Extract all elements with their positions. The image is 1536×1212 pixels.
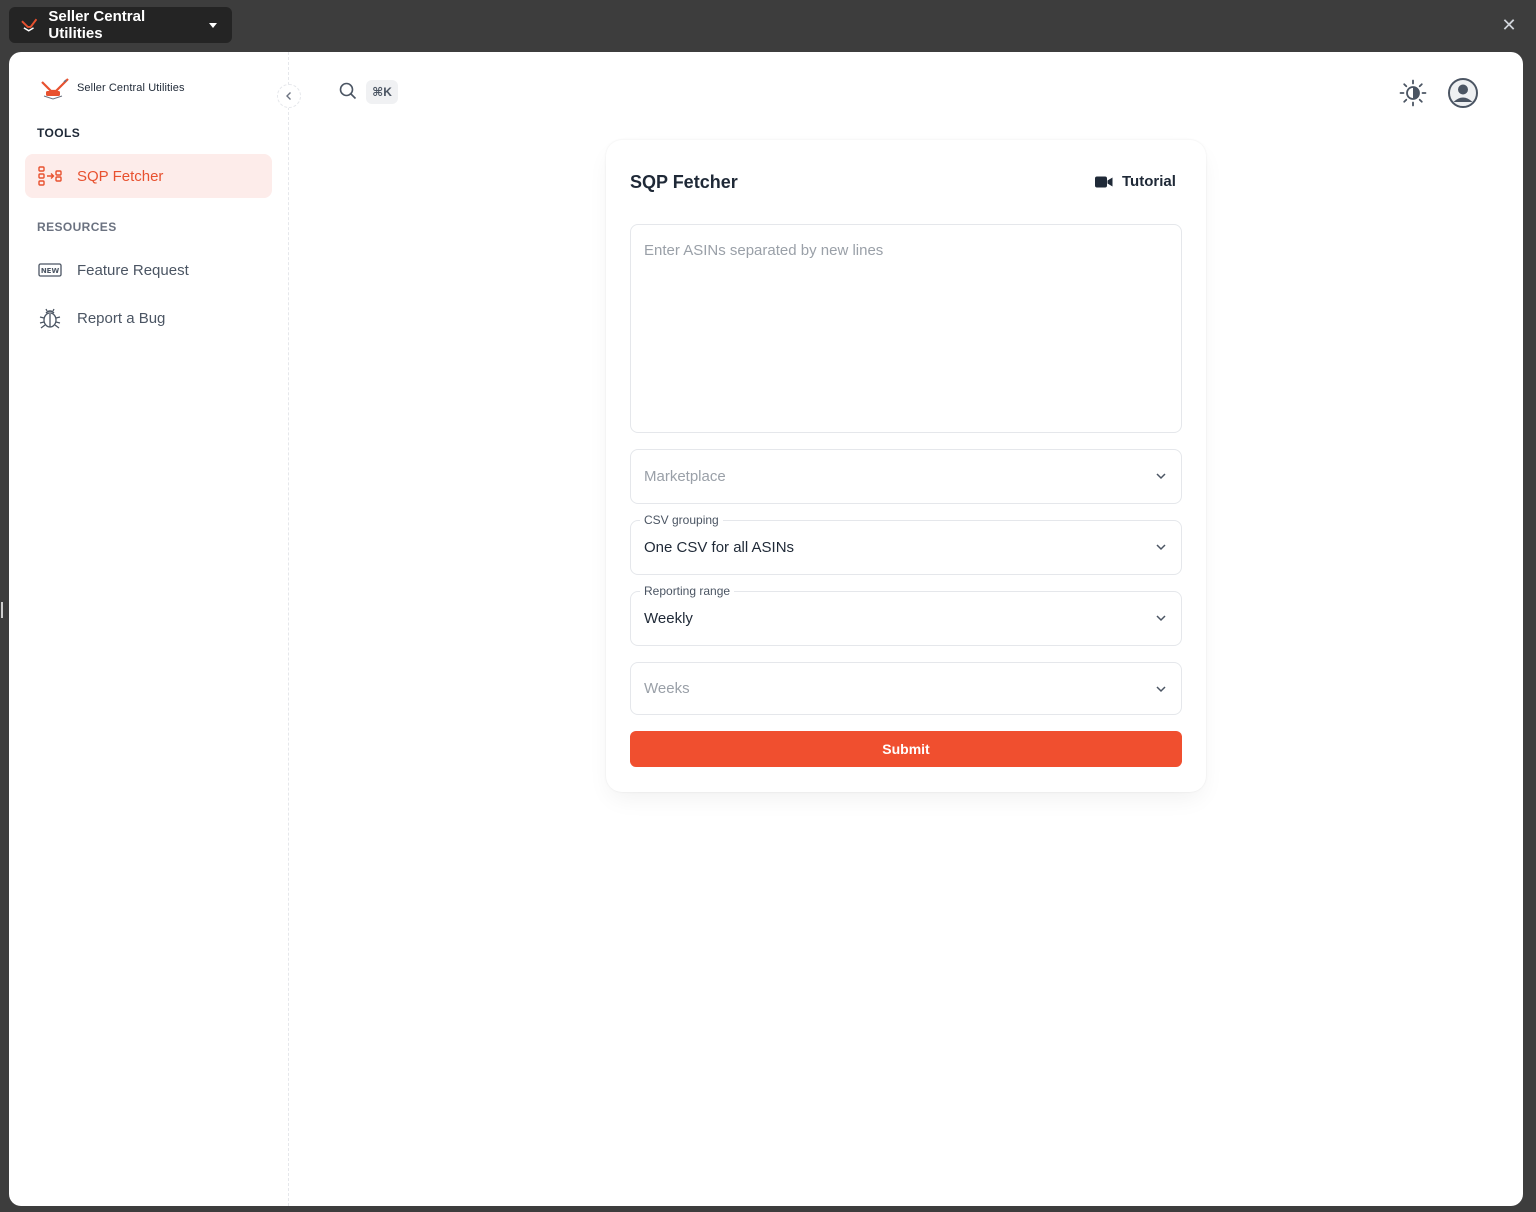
sqp-fetcher-card: SQP Fetcher Tutorial Marketplace CSV gro… <box>606 140 1206 792</box>
brand: Seller Central Utilities <box>39 76 185 100</box>
csv-grouping-select[interactable]: CSV grouping One CSV for all ASINs <box>630 513 1182 575</box>
app-window: Seller Central Utilities TOOLS SQP Fetch… <box>9 52 1523 1206</box>
marketplace-select[interactable]: Marketplace <box>630 449 1182 504</box>
marketplace-placeholder: Marketplace <box>644 468 726 485</box>
brand-logo-icon <box>41 78 69 100</box>
resize-handle[interactable] <box>1 602 3 618</box>
sidebar-item-sqp-fetcher[interactable]: SQP Fetcher <box>25 154 272 198</box>
sidebar-item-label: Feature Request <box>77 261 189 279</box>
bug-icon <box>37 307 63 329</box>
weeks-placeholder: Weeks <box>644 680 690 697</box>
chevron-down-icon <box>1156 686 1166 693</box>
csv-grouping-label: CSV grouping <box>640 513 723 527</box>
theme-toggle-button[interactable] <box>1397 77 1429 109</box>
chevron-down-icon <box>1156 615 1166 622</box>
video-camera-icon <box>1095 176 1113 187</box>
user-circle-icon <box>1448 78 1478 108</box>
chevron-down-icon <box>1156 473 1166 480</box>
close-icon[interactable]: ✕ <box>1500 16 1518 34</box>
chevron-down-icon <box>1156 544 1166 551</box>
sidebar: Seller Central Utilities TOOLS SQP Fetch… <box>9 52 289 1206</box>
caret-down-icon <box>209 22 217 28</box>
tools-section-title: TOOLS <box>37 126 81 140</box>
sqp-fetcher-icon <box>37 165 63 187</box>
sidebar-item-label: SQP Fetcher <box>77 167 164 185</box>
tutorial-label: Tutorial <box>1122 173 1176 190</box>
brand-logo-icon <box>21 18 38 32</box>
reporting-range-select[interactable]: Reporting range Weekly <box>630 584 1182 646</box>
new-badge-icon: NEW <box>37 259 63 281</box>
chevron-left-icon <box>286 92 291 100</box>
sidebar-item-report-bug[interactable]: Report a Bug <box>25 296 272 340</box>
tutorial-button[interactable]: Tutorial <box>1095 173 1176 190</box>
resources-section-title: RESOURCES <box>37 220 117 234</box>
sidebar-item-label: Report a Bug <box>77 309 166 327</box>
submit-button[interactable]: Submit <box>630 731 1182 767</box>
asins-input[interactable] <box>630 224 1182 433</box>
search-shortcut-badge: ⌘K <box>366 80 398 104</box>
brand-name: Seller Central Utilities <box>77 82 185 94</box>
collapse-sidebar-button[interactable] <box>277 84 301 108</box>
weeks-select[interactable]: Weeks <box>630 662 1182 715</box>
sidebar-item-feature-request[interactable]: NEW Feature Request <box>25 248 272 292</box>
extension-title: Seller Central Utilities <box>48 8 146 42</box>
svg-text:NEW: NEW <box>41 267 60 275</box>
extension-switcher[interactable]: Seller Central Utilities <box>9 7 232 43</box>
user-avatar[interactable] <box>1446 76 1480 110</box>
reporting-range-value: Weekly <box>644 610 693 627</box>
page-title: SQP Fetcher <box>630 172 738 192</box>
reporting-range-label: Reporting range <box>640 584 735 598</box>
csv-grouping-value: One CSV for all ASINs <box>644 539 795 556</box>
sun-icon <box>1399 79 1427 107</box>
search-icon[interactable] <box>339 82 357 100</box>
